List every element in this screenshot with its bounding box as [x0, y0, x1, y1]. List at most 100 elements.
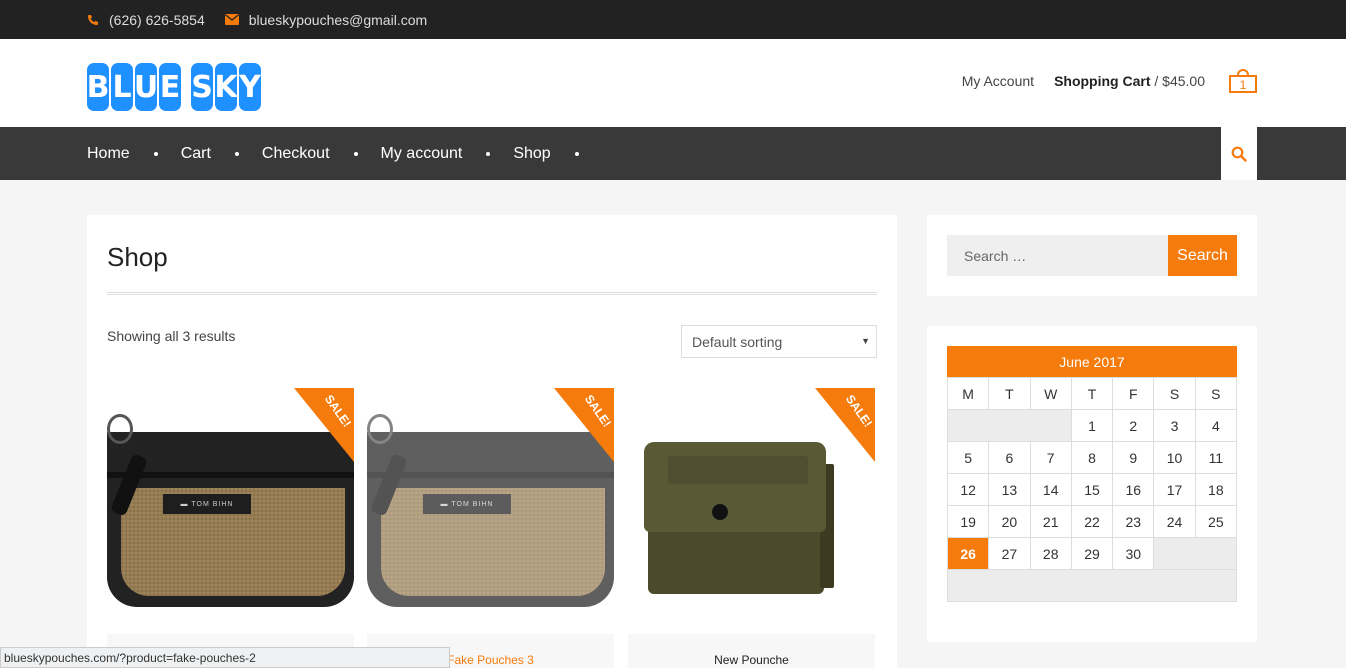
molle-pouch-photo [642, 436, 862, 596]
calendar-day: 19 [946, 505, 990, 538]
calendar-week: 5 6 7 8 9 10 11 [946, 441, 1238, 474]
cart-bag-icon[interactable]: 1 [1229, 69, 1257, 93]
nav-item-checkout[interactable]: Checkout [262, 145, 381, 163]
product-title[interactable]: New Pounche [628, 634, 875, 668]
logo-letter: K [214, 63, 238, 111]
calendar: June 2017 MTWTFSS 1 2 3 4 5 6 7 8 9 10 11 12 13 14 15 1… [946, 346, 1238, 602]
calendar-day: 2 [1112, 409, 1155, 442]
product-image[interactable]: SALE! [628, 388, 875, 633]
calendar-weekday: S [1153, 377, 1196, 410]
calendar-day: 4 [1194, 409, 1238, 442]
calendar-pad [947, 569, 1237, 602]
product-image[interactable]: ▬ TOM BIHN SALE! [107, 388, 354, 633]
calendar-weekday: T [988, 377, 1031, 410]
sidebar-search-widget: Search … Search [927, 215, 1257, 296]
shopping-cart-link[interactable]: Shopping Cart / $45.00 [1054, 73, 1205, 89]
email-contact[interactable]: blueskypouches@gmail.com [224, 11, 428, 28]
calendar-day: 24 [1153, 505, 1196, 538]
cart-separator: / [1150, 73, 1163, 89]
calendar-day: 20 [988, 505, 1031, 538]
top-bar: (626) 626-5854 blueskypouches@gmail.com [0, 0, 1346, 39]
logo-gap [183, 63, 189, 111]
cart-total: $45.00 [1162, 73, 1205, 89]
calendar-day: 28 [1029, 537, 1072, 570]
logo-letter: L [111, 63, 133, 111]
calendar-day: 17 [1153, 473, 1196, 506]
nav-separator [153, 151, 158, 156]
product-image[interactable]: ▬ TOM BIHN SALE! [367, 388, 614, 633]
nav-item-shop[interactable]: Shop [513, 145, 601, 163]
nav-separator [234, 151, 239, 156]
calendar-weekday: W [1029, 377, 1072, 410]
nav-separator [574, 151, 579, 156]
calendar-day-today: 26 [946, 537, 990, 570]
calendar-pad [1153, 537, 1237, 570]
calendar-day: 16 [1112, 473, 1155, 506]
calendar-day: 1 [1070, 409, 1114, 442]
calendar-week: 1234 [947, 409, 1238, 442]
phone-contact[interactable]: (626) 626-5854 [87, 12, 205, 28]
calendar-day: 13 [988, 473, 1031, 506]
calendar-day: 7 [1029, 441, 1072, 474]
shop-content: Shop Showing all 3 results Default sorti… [87, 215, 897, 668]
pouch-zipper [107, 472, 354, 478]
sidebar-search-button[interactable]: Search [1168, 235, 1237, 276]
calendar-weekday: T [1070, 377, 1114, 410]
calendar-day: 11 [1194, 441, 1238, 474]
logo-letter: S [191, 63, 213, 111]
calendar-day: 23 [1112, 505, 1155, 538]
calendar-day: 3 [1153, 409, 1196, 442]
logo-letter: Y [239, 63, 261, 111]
calendar-day: 8 [1070, 441, 1114, 474]
phone-number: (626) 626-5854 [109, 11, 205, 28]
product-card[interactable]: SALE! New Pounche [628, 388, 875, 668]
calendar-day: 6 [988, 441, 1031, 474]
nav-label: Checkout [261, 144, 330, 162]
logo-letter: E [159, 63, 181, 111]
sort-selected: Default sorting [692, 333, 783, 350]
header-links: My Account Shopping Cart / $45.00 1 [962, 69, 1257, 93]
molle-velcro-patch [668, 456, 808, 484]
calendar-week [947, 569, 1237, 602]
result-count: Showing all 3 results [107, 328, 236, 344]
nav-label: Home [87, 144, 130, 162]
logo-letter: B [87, 63, 109, 111]
nav-item-cart[interactable]: Cart [181, 145, 262, 163]
my-account-link[interactable]: My Account [962, 73, 1034, 89]
envelope-icon [224, 14, 239, 25]
title-divider [107, 292, 877, 295]
molle-snap [712, 504, 728, 520]
sidebar-calendar-widget: June 2017 MTWTFSS 1 2 3 4 5 6 7 8 9 10 11 12 13 14 15 1… [927, 326, 1257, 642]
search-icon [1231, 146, 1247, 162]
calendar-week: 19 20 21 22 23 24 25 [946, 505, 1238, 538]
calendar-table: MTWTFSS 1 2 3 4 5 6 7 8 9 10 11 12 13 14 15 16 17 18 19 20 2… [946, 377, 1238, 602]
pouch-brand-label: ▬ TOM BIHN [423, 494, 511, 514]
pouch-ring [107, 414, 133, 444]
calendar-day: 30 [1112, 537, 1155, 570]
nav-item-my-account[interactable]: My account [381, 145, 514, 163]
calendar-day: 22 [1070, 505, 1114, 538]
calendar-day: 14 [1029, 473, 1072, 506]
calendar-day: 10 [1153, 441, 1196, 474]
sort-select[interactable]: Default sorting ▼ [681, 325, 877, 358]
nav-separator [353, 151, 358, 156]
product-card[interactable]: ▬ TOM BIHN SALE! Fake Pouches 3 [367, 388, 614, 668]
site-logo[interactable]: BLUESKY [87, 63, 261, 111]
logo-letter: U [134, 63, 158, 111]
main-navigation: Home Cart Checkout My account Shop [0, 127, 1346, 180]
nav-item-home[interactable]: Home [87, 145, 181, 163]
pouch-photo: ▬ TOM BIHN [107, 414, 354, 607]
site-header: BLUESKY My Account Shopping Cart / $45.0… [0, 39, 1346, 127]
calendar-pad [947, 409, 1072, 442]
calendar-week: 26 27 28 29 30 [946, 537, 1237, 570]
nav-search-button[interactable] [1221, 127, 1257, 180]
calendar-weekday: F [1112, 377, 1155, 410]
cart-label: Shopping Cart [1054, 73, 1151, 89]
status-url: blueskypouches.com/?product=fake-pouches… [4, 650, 256, 665]
email-address: blueskypouches@gmail.com [248, 11, 428, 28]
nav-separator [486, 151, 491, 156]
chevron-down-icon: ▼ [861, 336, 870, 346]
sidebar-search-input[interactable]: Search … [947, 235, 1168, 276]
product-card[interactable]: ▬ TOM BIHN SALE! [107, 388, 354, 668]
pouch-brand-label: ▬ TOM BIHN [163, 494, 251, 514]
